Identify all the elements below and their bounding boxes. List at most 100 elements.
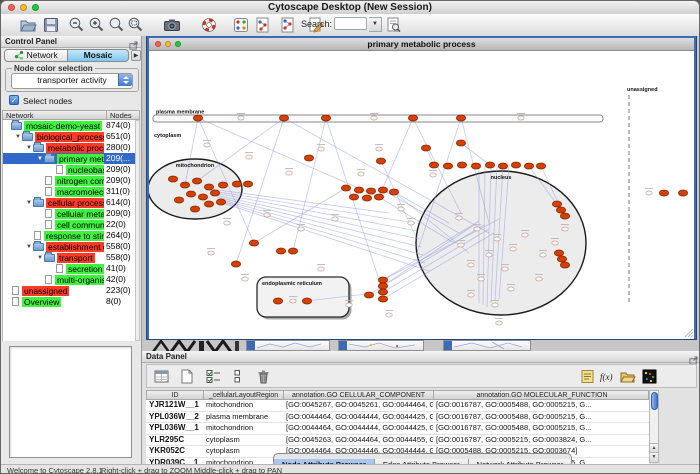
table-cell[interactable]: [GO:0045263, GO:0044464, GO:0044455, G..… <box>283 435 433 446</box>
table-row[interactable]: YJR121W__1mitochondrion[GO:0045267, GO:0… <box>146 400 649 412</box>
small-node[interactable] <box>536 277 542 281</box>
node[interactable] <box>536 163 545 169</box>
tree-row[interactable]: macromolecule311(0) <box>3 186 136 197</box>
advanced-search-icon[interactable] <box>385 16 403 34</box>
tree-row-label[interactable]: unassigned <box>22 286 69 296</box>
tree-row[interactable]: multi-organism pro42(0) <box>3 274 136 285</box>
attribute-table-header[interactable]: ID_cellularLayoutRegionannotation.GO CEL… <box>146 390 649 400</box>
float-panel-icon[interactable] <box>129 37 138 46</box>
node[interactable] <box>273 298 282 304</box>
select-all-icon[interactable] <box>153 368 170 385</box>
small-node[interactable] <box>246 155 252 159</box>
tree-row-label[interactable]: mosaic-demo-yeast <box>24 121 102 131</box>
tree-row-label[interactable]: transport <box>57 253 95 263</box>
table-cell[interactable]: [GO:0044464, GO:0044444, GO:0044425, G..… <box>283 412 433 423</box>
tree-row[interactable]: nitrogen compo209(0) <box>3 175 136 186</box>
small-node[interactable] <box>371 116 377 120</box>
node[interactable] <box>556 207 565 213</box>
tree-row[interactable]: ▼biological_process651(0) <box>3 131 136 142</box>
node[interactable] <box>374 194 383 200</box>
tree-row-label[interactable]: metabolic process <box>46 143 104 153</box>
node[interactable] <box>378 289 387 295</box>
table-cell[interactable]: [GO:0016787, GO:0005488, GO:0005215, G..… <box>433 412 649 423</box>
tree-row[interactable]: nucleobase-209(0) <box>3 164 136 175</box>
tree-row-label[interactable]: establishment of lo <box>46 242 104 252</box>
table-cell[interactable]: [GO:0045267, GO:0045261, GO:0044464, G..… <box>283 400 433 411</box>
node[interactable] <box>321 115 330 121</box>
table-cell[interactable]: [GO:0016787, GO:0005488, GO:0005215, G..… <box>433 400 649 411</box>
node[interactable] <box>276 248 285 254</box>
table-cell[interactable]: cytoplasm <box>203 446 283 457</box>
new-attribute-icon[interactable] <box>178 368 195 385</box>
small-node[interactable] <box>208 251 214 255</box>
tree-row-label[interactable]: response to stimul <box>44 231 104 241</box>
small-node[interactable] <box>224 221 230 225</box>
node[interactable] <box>204 184 213 190</box>
node[interactable] <box>421 145 430 151</box>
node[interactable] <box>443 163 452 169</box>
disclosure-triangle-icon[interactable]: ▼ <box>25 244 33 250</box>
table-cell[interactable]: [GO:0044464, GO:0044444, GO:0044425, G..… <box>283 423 433 434</box>
small-node[interactable] <box>318 147 324 151</box>
column-header[interactable]: annotation.GO CELLULAR_COMPONENT <box>284 391 434 399</box>
tree-row[interactable]: ▼establishment of lo558(0) <box>3 241 136 252</box>
small-node[interactable] <box>242 277 248 281</box>
background-window-strip[interactable] <box>246 340 330 351</box>
tree-row-label[interactable]: cell communicat <box>55 220 104 230</box>
small-node[interactable] <box>238 116 244 120</box>
small-node[interactable] <box>298 227 304 231</box>
node[interactable] <box>376 158 385 164</box>
tree-header-nodes[interactable]: Nodes <box>106 111 132 119</box>
node[interactable] <box>378 283 387 289</box>
function-builder-icon[interactable]: f(x) <box>599 368 616 385</box>
node[interactable] <box>378 187 387 193</box>
tree-row-label[interactable]: secretion <box>66 264 104 274</box>
zoom-selected-region-icon[interactable] <box>127 16 145 34</box>
small-node[interactable] <box>358 172 364 176</box>
node[interactable] <box>180 182 189 188</box>
node[interactable] <box>364 292 373 298</box>
small-node[interactable] <box>646 191 652 195</box>
node[interactable] <box>378 277 387 283</box>
node[interactable] <box>378 296 387 302</box>
tree-row-label[interactable]: primary metabol <box>57 154 104 164</box>
small-node[interactable] <box>510 247 516 251</box>
node[interactable] <box>186 191 195 197</box>
node[interactable] <box>560 262 569 268</box>
node[interactable] <box>243 181 252 187</box>
node[interactable] <box>408 115 417 121</box>
node[interactable] <box>232 181 241 187</box>
node[interactable] <box>498 163 507 169</box>
node[interactable] <box>557 256 566 262</box>
small-node[interactable] <box>478 277 484 281</box>
node[interactable] <box>389 189 398 195</box>
tree-row-label[interactable]: nitrogen compo <box>55 176 104 186</box>
table-cell[interactable]: YKR052C <box>146 446 203 457</box>
birdseye-view[interactable] <box>9 346 132 458</box>
small-node[interactable] <box>318 267 324 271</box>
small-node[interactable] <box>494 237 500 241</box>
apply-layout-icon[interactable] <box>253 16 271 34</box>
disclosure-triangle-icon[interactable]: ▼ <box>36 255 44 261</box>
small-node[interactable] <box>486 253 492 257</box>
open-icon[interactable] <box>19 16 37 34</box>
scroll-down-button[interactable]: ▼ <box>650 452 658 462</box>
zoom-in-icon[interactable] <box>88 16 106 34</box>
table-cell[interactable]: mitochondrion <box>203 400 283 411</box>
node[interactable] <box>560 213 569 219</box>
tree-row[interactable]: ▼primary metabol209(... <box>3 153 136 164</box>
node[interactable] <box>210 190 219 196</box>
tree-row[interactable]: mosaic-demo-yeast874(0) <box>3 120 136 131</box>
small-node[interactable] <box>346 303 352 307</box>
background-window-fragment[interactable] <box>151 340 243 351</box>
disclosure-triangle-icon[interactable]: ▼ <box>25 200 33 206</box>
table-cell[interactable]: mitochondrion <box>203 423 283 434</box>
small-node[interactable] <box>552 241 558 245</box>
float-panel-icon[interactable] <box>689 352 698 361</box>
small-node[interactable] <box>508 287 514 291</box>
node[interactable] <box>659 190 668 196</box>
small-node[interactable] <box>474 227 480 231</box>
tree-header-network[interactable]: Network <box>6 111 34 120</box>
apply-layout-alt-icon[interactable] <box>278 16 296 34</box>
tree-row-label[interactable]: macromolecule <box>55 187 104 197</box>
